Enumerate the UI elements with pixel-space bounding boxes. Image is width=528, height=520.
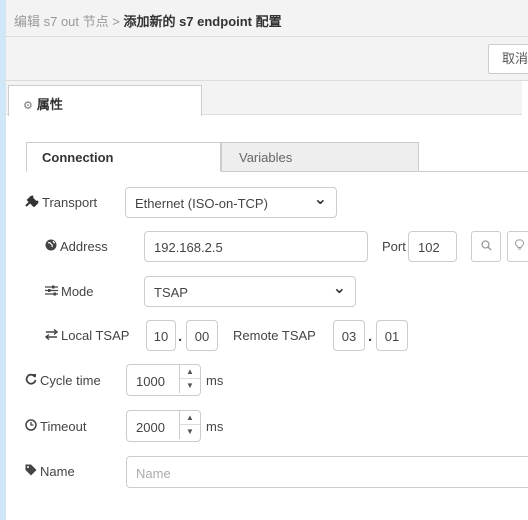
address-input[interactable]: 192.168.2.5 <box>144 231 368 262</box>
port-input[interactable]: 102 <box>408 231 457 262</box>
globe-icon <box>45 239 57 254</box>
cycle-time-value: 1000 <box>136 374 165 389</box>
mode-label: Mode <box>61 284 94 299</box>
remote-tsap-input-a[interactable]: 03 <box>333 320 365 351</box>
timeout-unit: ms <box>206 419 224 434</box>
transport-select[interactable]: Ethernet (ISO-on-TCP) <box>125 187 337 218</box>
tsap-separator-dot: . <box>368 328 373 345</box>
tab-properties[interactable]: ⚙ 属性 <box>8 85 202 116</box>
breadcrumb: 编辑 s7 out 节点 > 添加新的 s7 endpoint 配置 <box>14 11 282 30</box>
cycle-time-stepper[interactable]: ▲ ▼ <box>179 365 200 393</box>
lightbulb-button[interactable] <box>507 231 528 262</box>
tab-variables[interactable]: Variables <box>221 142 419 172</box>
cycle-time-label-row: Cycle time <box>25 373 101 388</box>
port-label: Port <box>382 239 406 254</box>
transport-label: Transport <box>42 195 98 210</box>
tsap-separator-dot: . <box>178 328 183 345</box>
stepper-down-icon[interactable]: ▼ <box>180 379 200 393</box>
search-icon <box>480 239 492 254</box>
cycle-time-unit: ms <box>206 373 224 388</box>
left-edge-strip <box>0 115 6 520</box>
transport-label-row: Transport <box>25 195 97 210</box>
address-label-row: Address <box>45 239 108 254</box>
stepper-up-icon[interactable]: ▲ <box>180 411 200 425</box>
mode-select[interactable]: TSAP <box>144 276 356 307</box>
stepper-down-icon[interactable]: ▼ <box>180 425 200 439</box>
refresh-icon <box>25 373 37 388</box>
exchange-icon <box>44 328 59 343</box>
cancel-button[interactable]: 取消 <box>488 44 528 74</box>
remote-tsap-input-b[interactable]: 01 <box>376 320 408 351</box>
cycle-time-spinner[interactable]: 1000 ▲ ▼ <box>126 364 201 396</box>
local-tsap-label: Local TSAP <box>61 328 130 343</box>
stepper-up-icon[interactable]: ▲ <box>180 365 200 379</box>
timeout-stepper[interactable]: ▲ ▼ <box>179 411 200 439</box>
remote-tsap-label: Remote TSAP <box>233 328 316 343</box>
address-label: Address <box>60 239 108 254</box>
name-label: Name <box>40 464 75 479</box>
tag-icon <box>25 464 37 479</box>
name-input[interactable]: Name <box>126 456 528 488</box>
plug-icon <box>25 195 39 210</box>
dialog-header: 编辑 s7 out 节点 > 添加新的 s7 endpoint 配置 <box>0 0 528 37</box>
name-label-row: Name <box>25 464 75 479</box>
sliders-icon <box>45 285 58 299</box>
timeout-spinner[interactable]: 2000 ▲ ▼ <box>126 410 201 442</box>
gear-icon: ⚙ <box>23 100 33 112</box>
local-tsap-input-b[interactable]: 00 <box>186 320 218 351</box>
breadcrumb-current: 添加新的 s7 endpoint 配置 <box>123 14 282 29</box>
dialog-toolbar: 取消 <box>0 37 528 81</box>
local-tsap-label-row: Local TSAP <box>44 328 130 343</box>
timeout-label: Timeout <box>40 419 87 434</box>
tab-connection[interactable]: Connection <box>26 142 221 172</box>
search-button[interactable] <box>471 231 501 262</box>
timeout-label-row: Timeout <box>25 419 86 434</box>
mode-label-row: Mode <box>45 284 94 299</box>
timeout-value: 2000 <box>136 420 165 435</box>
cycle-time-label: Cycle time <box>40 373 101 388</box>
local-tsap-input-a[interactable]: 10 <box>146 320 176 351</box>
lightbulb-icon <box>514 239 524 254</box>
clock-icon <box>25 419 37 434</box>
breadcrumb-parent[interactable]: 编辑 s7 out 节点 > <box>14 14 123 29</box>
tab-properties-label: 属性 <box>36 97 63 112</box>
